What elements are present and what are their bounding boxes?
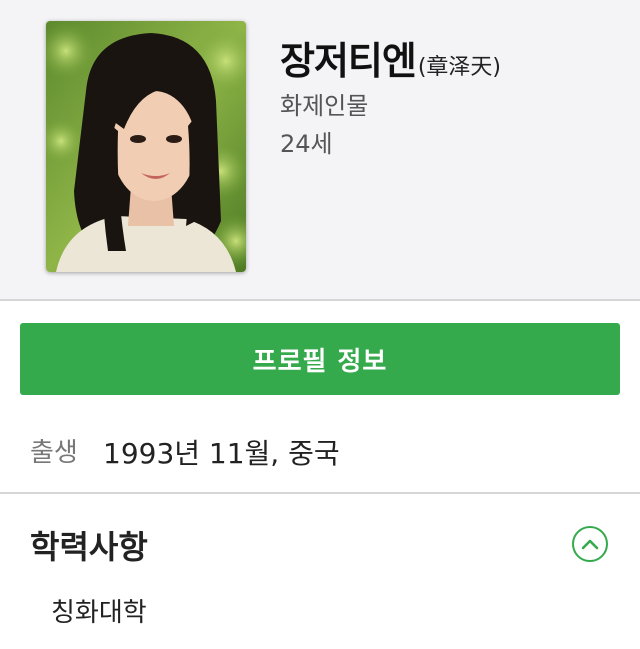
chevron-up-icon bbox=[581, 539, 599, 550]
person-age: 24세 bbox=[280, 130, 333, 158]
birth-value: 1993년 11월, 중국 bbox=[103, 437, 340, 470]
person-name-hanja: (章泽天) bbox=[417, 55, 502, 80]
person-name: 장저티엔 bbox=[280, 39, 417, 83]
name-line: 장저티엔(章泽天) bbox=[280, 30, 501, 85]
education-item: 칭화대학 bbox=[51, 598, 147, 628]
profile-info-button[interactable]: 프로필 정보 bbox=[20, 323, 620, 395]
education-section-title: 학력사항 bbox=[30, 528, 148, 566]
portrait-image bbox=[46, 21, 246, 272]
birth-row: 출생 1993년 11월, 중국 bbox=[0, 420, 640, 494]
profile-header: 장저티엔(章泽天) 화제인물 24세 bbox=[0, 0, 640, 301]
education-collapse-button[interactable] bbox=[572, 526, 608, 562]
profile-photo[interactable] bbox=[46, 21, 246, 272]
person-category: 화제인물 bbox=[280, 92, 369, 120]
birth-label: 출생 bbox=[30, 438, 78, 468]
